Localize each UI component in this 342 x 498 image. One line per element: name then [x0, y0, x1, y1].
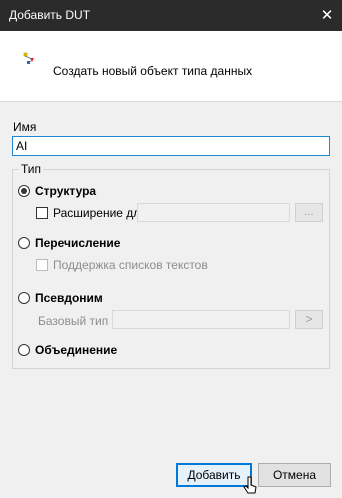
alias-radio[interactable] — [18, 292, 30, 304]
extension-label[interactable]: Расширение для — [53, 206, 147, 220]
base-type-button: > — [295, 310, 323, 329]
mouse-cursor-icon — [243, 476, 257, 494]
extension-checkbox[interactable] — [36, 207, 48, 219]
enumeration-label[interactable]: Перечисление — [35, 236, 120, 250]
enumeration-radio[interactable] — [18, 237, 30, 249]
add-button[interactable]: Добавить — [176, 463, 252, 487]
cancel-button[interactable]: Отмена — [258, 463, 331, 487]
window-title: Добавить DUT — [9, 8, 91, 22]
alias-label[interactable]: Псевдоним — [35, 291, 103, 305]
dut-type-icon — [23, 52, 34, 64]
close-icon[interactable]: ✕ — [312, 0, 342, 31]
extension-field — [137, 203, 290, 222]
title-bar: Добавить DUT ✕ — [0, 0, 342, 31]
base-type-field — [112, 310, 290, 329]
header-description: Создать новый объект типа данных — [53, 64, 253, 78]
type-group-legend: Тип — [19, 162, 44, 176]
text-list-support-checkbox — [36, 259, 48, 271]
union-radio[interactable] — [18, 344, 30, 356]
structure-radio[interactable] — [18, 185, 30, 197]
base-type-label: Базовый тип — [38, 314, 109, 328]
name-label: Имя — [13, 120, 37, 134]
text-list-support-label: Поддержка списков текстов — [53, 258, 208, 272]
name-input[interactable]: AI — [12, 136, 330, 156]
extension-browse-button: ... — [295, 203, 323, 222]
structure-label[interactable]: Структура — [35, 184, 96, 198]
union-label[interactable]: Объединение — [35, 343, 117, 357]
dialog-header: Создать новый объект типа данных — [0, 31, 342, 102]
